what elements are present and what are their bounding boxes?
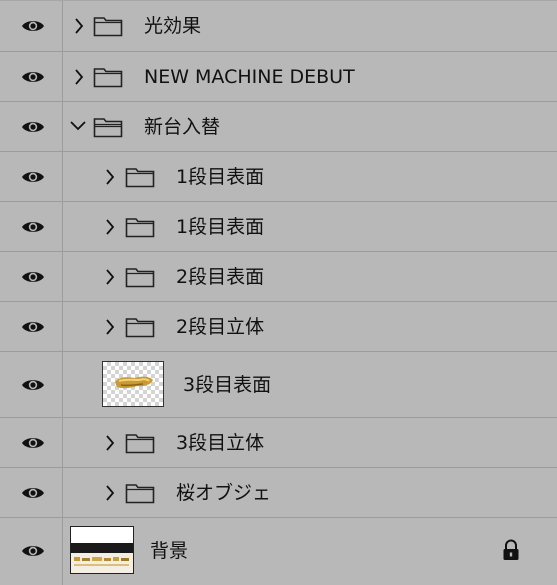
eye-icon[interactable] — [21, 319, 45, 335]
folder-open-icon — [93, 118, 123, 138]
chevron-right-icon[interactable] — [72, 17, 86, 35]
layer-row[interactable]: 1段目表面 — [0, 201, 557, 251]
layer-row[interactable]: 桜オブジェ — [0, 467, 557, 517]
lock-icon[interactable] — [501, 539, 521, 561]
chevron-right-icon[interactable] — [103, 218, 117, 236]
eye-icon[interactable] — [21, 269, 45, 285]
layer-name: NEW MACHINE DEBUT — [144, 66, 355, 88]
folder-icon — [125, 434, 155, 454]
chevron-right-icon[interactable] — [72, 68, 86, 86]
folder-icon — [125, 218, 155, 238]
eye-icon[interactable] — [21, 377, 45, 393]
layer-row[interactable]: 2段目立体 — [0, 301, 557, 351]
layer-name: 3段目立体 — [176, 432, 265, 454]
layer-thumbnail[interactable] — [102, 361, 164, 407]
layer-row[interactable]: NEW MACHINE DEBUT — [0, 51, 557, 101]
layer-name: 1段目表面 — [176, 216, 265, 238]
layer-name: 新台入替 — [144, 116, 221, 138]
chevron-right-icon[interactable] — [103, 434, 117, 452]
layer-name: 3段目表面 — [183, 374, 272, 396]
eye-icon[interactable] — [21, 485, 45, 501]
layer-name: 光効果 — [144, 15, 202, 37]
layer-row[interactable]: 2段目表面 — [0, 251, 557, 301]
layer-row[interactable]: 1段目表面 — [0, 151, 557, 201]
layer-row[interactable]: 3段目立体 — [0, 417, 557, 467]
chevron-right-icon[interactable] — [103, 168, 117, 186]
eye-icon[interactable] — [21, 435, 45, 451]
chevron-down-icon[interactable] — [69, 118, 87, 132]
visibility-cell[interactable] — [0, 202, 63, 251]
visibility-cell[interactable] — [0, 252, 63, 301]
visibility-cell[interactable] — [0, 518, 63, 585]
folder-icon — [125, 484, 155, 504]
layer-row[interactable]: 背景 — [0, 517, 557, 585]
layer-row[interactable]: 光効果 — [0, 0, 557, 51]
layer-name: 2段目立体 — [176, 316, 265, 338]
folder-icon — [125, 318, 155, 338]
layer-name: 背景 — [150, 540, 189, 562]
chevron-right-icon[interactable] — [103, 318, 117, 336]
eye-icon[interactable] — [21, 69, 45, 85]
visibility-cell[interactable] — [0, 302, 63, 351]
layer-thumbnail[interactable] — [70, 526, 134, 574]
visibility-cell[interactable] — [0, 102, 63, 151]
visibility-cell[interactable] — [0, 152, 63, 201]
eye-icon[interactable] — [21, 169, 45, 185]
folder-icon — [93, 68, 123, 88]
folder-icon — [125, 168, 155, 188]
chevron-right-icon[interactable] — [103, 268, 117, 286]
eye-icon[interactable] — [21, 543, 45, 559]
layer-name: 桜オブジェ — [176, 482, 272, 504]
folder-icon — [125, 268, 155, 288]
layers-panel: 光効果 NEW MACHINE DEBUT 新台入替 1段目表面 1段目表面 2… — [0, 0, 557, 585]
visibility-cell[interactable] — [0, 52, 63, 101]
layer-name: 2段目表面 — [176, 266, 265, 288]
visibility-cell[interactable] — [0, 1, 63, 51]
layer-row[interactable]: 3段目表面 — [0, 351, 557, 417]
eye-icon[interactable] — [21, 219, 45, 235]
visibility-cell[interactable] — [0, 418, 63, 467]
eye-icon[interactable] — [21, 119, 45, 135]
eye-icon[interactable] — [21, 18, 45, 34]
layer-name: 1段目表面 — [176, 166, 265, 188]
visibility-cell[interactable] — [0, 352, 63, 417]
folder-icon — [93, 17, 123, 37]
layer-row[interactable]: 新台入替 — [0, 101, 557, 151]
chevron-right-icon[interactable] — [103, 484, 117, 502]
visibility-cell[interactable] — [0, 468, 63, 517]
